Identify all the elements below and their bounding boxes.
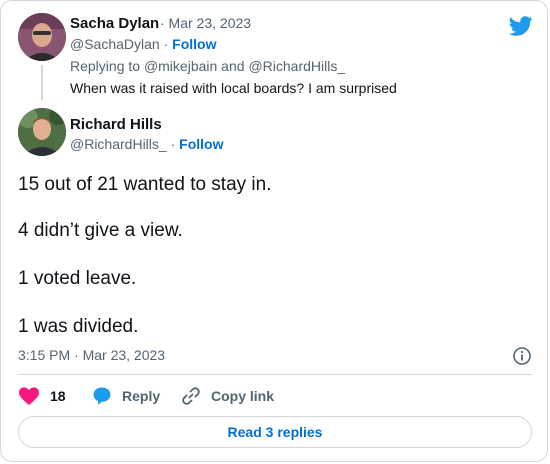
tweet-timestamp[interactable]: 3:15 PM · Mar 23, 2023 [18,347,165,363]
info-icon[interactable] [512,346,532,366]
replying-prefix: Replying to [70,58,144,74]
avatar-photo [18,13,66,61]
replying-to-line: Replying to @mikejbain and @RichardHills… [70,58,345,74]
avatar-richard-hills[interactable] [18,108,66,156]
avatar-sacha-dylan[interactable] [18,13,66,61]
tweet-text-line: 1 voted leave. [18,268,137,289]
twitter-bird-icon[interactable] [509,14,533,38]
author-handle-row: @SachaDylan · Follow [70,36,216,52]
author-handle[interactable]: @RichardHills_ [70,136,167,152]
follow-button[interactable]: Follow [172,36,216,52]
mention-link[interactable]: @mikejbain [144,58,217,74]
mention-link[interactable]: @RichardHills_ [248,58,345,74]
tweet-embed-card: Sacha Dylan · Mar 23, 2023 @SachaDylan ·… [0,0,548,462]
replying-and: and [217,58,249,74]
reply-button[interactable]: Reply [92,385,160,407]
reply-label: Reply [122,388,161,404]
author-name[interactable]: Sacha Dylan [70,15,159,32]
heart-icon [19,387,39,406]
thread-connector-line [41,65,43,100]
like-count: 18 [50,388,66,404]
link-icon [182,387,200,405]
speech-bubble-icon [93,387,111,405]
author-handle-row: @RichardHills_ · Follow [70,136,223,152]
copy-link-label: Copy link [211,388,275,404]
tweet-date[interactable]: · Mar 23, 2023 [160,15,251,31]
read-replies-button[interactable]: Read 3 replies [18,416,532,448]
avatar-photo [18,108,66,156]
separator-dot: · [166,136,180,152]
tweet-text-line: 1 was divided. [18,316,139,337]
follow-button[interactable]: Follow [179,136,223,152]
tweet-text-line: 4 didn’t give a view. [18,220,183,241]
author-handle[interactable]: @SachaDylan [70,36,160,52]
author-name[interactable]: Richard Hills [70,116,162,133]
quoted-tweet-text: When was it raised with local boards? I … [70,80,397,96]
separator-dot: · [159,36,173,52]
copy-link-button[interactable]: Copy link [181,385,274,407]
like-button[interactable]: 18 [18,385,66,407]
tweet-text-line: 15 out of 21 wanted to stay in. [18,174,272,195]
divider [18,374,532,375]
